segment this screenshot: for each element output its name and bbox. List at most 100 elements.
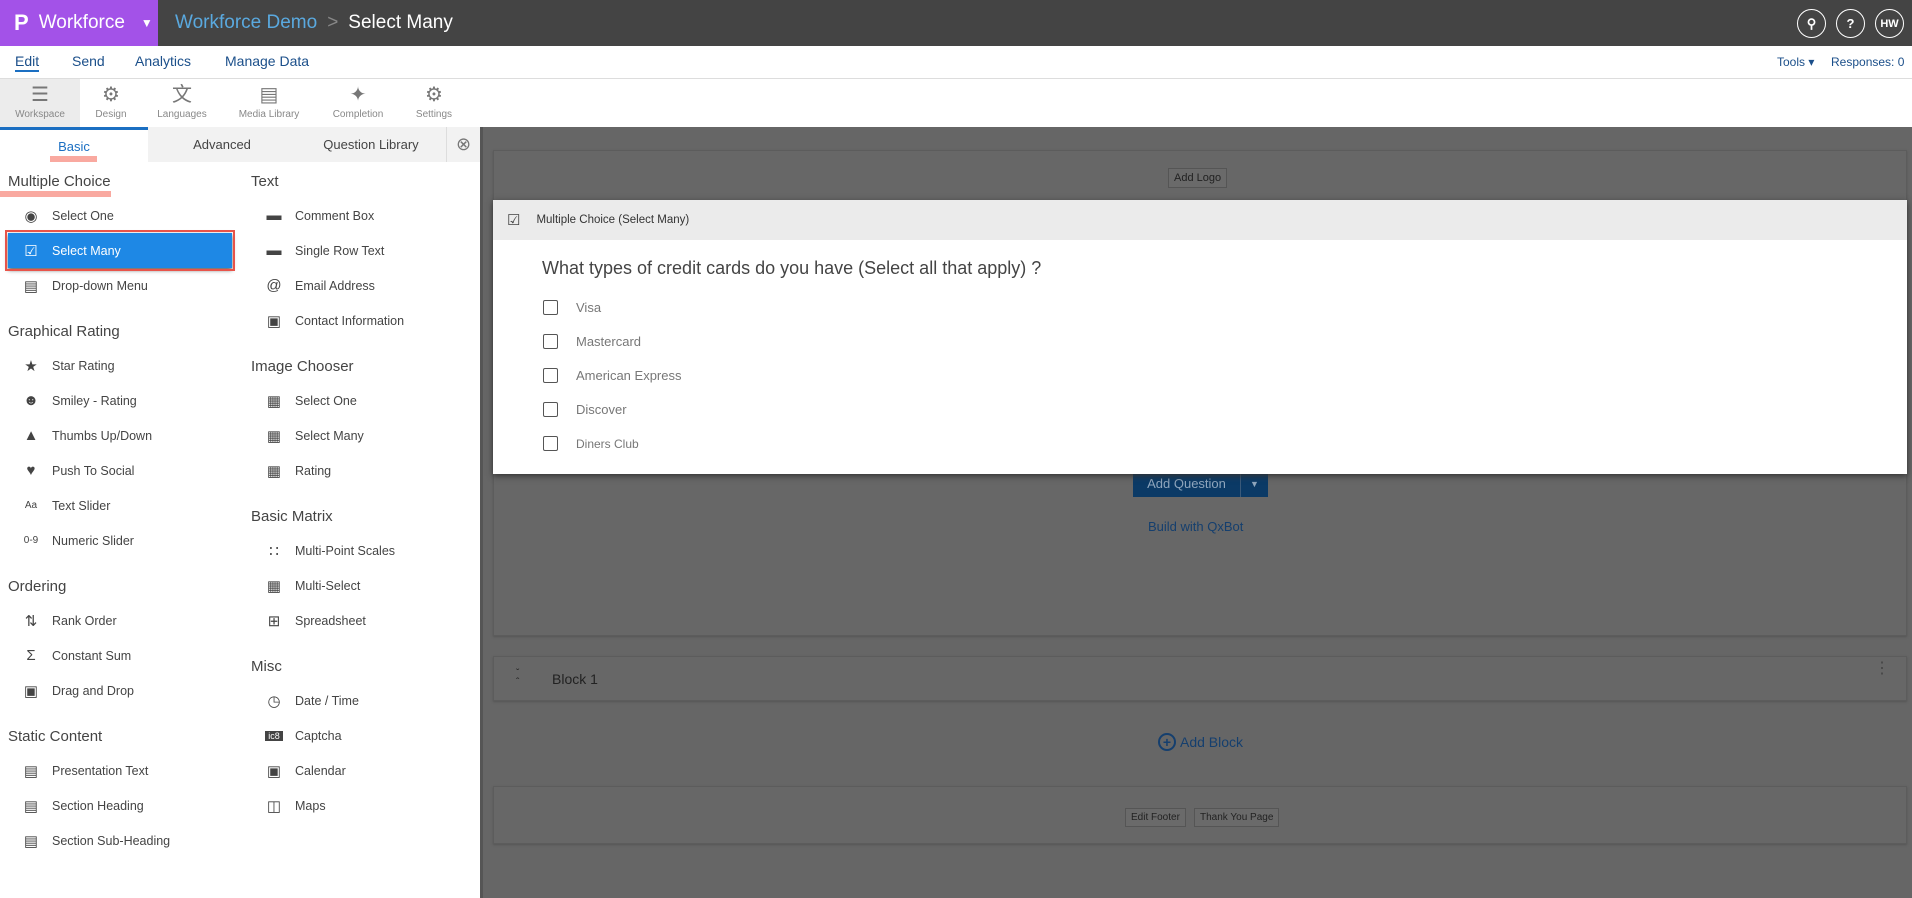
tool-label: Media Library bbox=[238, 109, 300, 120]
item-select-one[interactable]: ◉ Select One bbox=[0, 198, 240, 233]
nav-edit[interactable]: Edit bbox=[15, 53, 40, 72]
thank-you-page-button[interactable]: Thank You Page bbox=[1194, 808, 1280, 827]
add-block-button[interactable]: + Add Block bbox=[1158, 733, 1243, 751]
user-avatar[interactable]: HW bbox=[1875, 9, 1904, 38]
option-label: Discover bbox=[576, 402, 627, 417]
item-label: Multi-Select bbox=[295, 578, 361, 593]
sub-heading-icon: ▤ bbox=[23, 832, 39, 850]
option-label: American Express bbox=[576, 368, 682, 383]
item-label: Constant Sum bbox=[52, 648, 132, 663]
item-label: Spreadsheet bbox=[295, 613, 366, 628]
textbox-icon: ▬ bbox=[266, 242, 282, 259]
option-visa[interactable]: Visa bbox=[543, 300, 601, 315]
item-contact-information[interactable]: ▣ Contact Information bbox=[243, 303, 473, 338]
item-constant-sum[interactable]: Σ Constant Sum bbox=[0, 638, 240, 673]
images-icon: ▦ bbox=[266, 427, 282, 445]
sigma-icon: Σ bbox=[26, 647, 36, 664]
nav-analytics[interactable]: Analytics bbox=[135, 53, 191, 69]
item-label: Drag and Drop bbox=[52, 683, 134, 698]
item-email-address[interactable]: @ Email Address bbox=[243, 268, 473, 303]
tab-question-library[interactable]: Question Library bbox=[296, 127, 446, 162]
image-icon: ▤ bbox=[259, 84, 279, 106]
search-icon[interactable]: ⚲ bbox=[1797, 9, 1826, 38]
tool-completion[interactable]: ✦ Completion bbox=[318, 79, 398, 127]
chevron-down-icon[interactable]: ▼ bbox=[1240, 470, 1268, 497]
tab-advanced[interactable]: Advanced bbox=[148, 127, 296, 162]
add-question-button[interactable]: Add Question ▼ bbox=[1133, 470, 1268, 497]
item-calendar[interactable]: ▣ Calendar bbox=[243, 753, 473, 788]
matrix-icon: ∷ bbox=[269, 542, 279, 560]
item-captcha[interactable]: ic8 Captcha bbox=[243, 718, 473, 753]
item-image-select-many[interactable]: ▦ Select Many bbox=[243, 418, 473, 453]
left-column: Multiple Choice ◉ Select One ☑ Select Many… bbox=[0, 165, 240, 858]
tool-settings[interactable]: ⚙ Settings bbox=[394, 79, 474, 127]
item-image-rating[interactable]: ▦ Rating bbox=[243, 453, 473, 488]
item-label: Section Sub-Heading bbox=[52, 833, 171, 848]
option-american-express[interactable]: American Express bbox=[543, 368, 681, 383]
item-section-heading[interactable]: ▤ Section Heading bbox=[0, 788, 240, 823]
item-label: Section Heading bbox=[52, 798, 144, 813]
item-label: Rating bbox=[295, 463, 332, 478]
item-maps[interactable]: ◫ Maps bbox=[243, 788, 473, 823]
item-numeric-slider[interactable]: 0-9 Numeric Slider bbox=[0, 523, 240, 558]
nav-manage-data[interactable]: Manage Data bbox=[225, 53, 309, 69]
item-label: Select Many bbox=[295, 428, 364, 443]
item-multi-point-scales[interactable]: ∷ Multi-Point Scales bbox=[243, 533, 473, 568]
item-comment-box[interactable]: ▬ Comment Box bbox=[243, 198, 473, 233]
checkbox[interactable] bbox=[543, 436, 558, 451]
item-drag-and-drop[interactable]: ▣ Drag and Drop bbox=[0, 673, 240, 708]
add-logo-button[interactable]: Add Logo bbox=[1168, 168, 1228, 188]
tool-workspace[interactable]: ☰ Workspace bbox=[0, 79, 80, 127]
tool-label: Settings bbox=[415, 109, 453, 120]
build-with-qxbot-link[interactable]: Build with QxBot bbox=[1148, 519, 1243, 534]
item-date-time[interactable]: ◷ Date / Time bbox=[243, 683, 473, 718]
tools-menu[interactable]: Tools ▾ bbox=[1777, 55, 1814, 69]
item-dropdown-menu[interactable]: ▤ Drop-down Menu bbox=[0, 268, 240, 303]
tool-media-library[interactable]: ▤ Media Library bbox=[229, 79, 309, 127]
item-smiley-rating[interactable]: ☻ Smiley - Rating bbox=[0, 383, 240, 418]
item-multi-select[interactable]: ▦ Multi-Select bbox=[243, 568, 473, 603]
tool-languages[interactable]: 文 Languages bbox=[142, 79, 222, 127]
brand-menu[interactable]: P Workforce ▼ bbox=[0, 0, 158, 46]
question-preview-card: ☑ Multiple Choice (Select Many) What typ… bbox=[493, 200, 1907, 474]
edit-footer-button[interactable]: Edit Footer bbox=[1125, 808, 1186, 827]
item-label: Email Address bbox=[295, 278, 375, 293]
plus-circle-icon: + bbox=[1158, 733, 1176, 751]
tool-design[interactable]: ⚙ Design bbox=[71, 79, 151, 127]
option-mastercard[interactable]: Mastercard bbox=[543, 334, 641, 349]
checkbox[interactable] bbox=[543, 334, 558, 349]
at-icon: @ bbox=[266, 277, 282, 294]
block-name[interactable]: Block 1 bbox=[552, 671, 598, 687]
checkbox[interactable] bbox=[543, 368, 558, 383]
item-push-to-social[interactable]: ♥ Push To Social bbox=[0, 453, 240, 488]
checkbox[interactable] bbox=[543, 402, 558, 417]
responses-count[interactable]: Responses: 0 bbox=[1831, 55, 1904, 69]
item-label: Push To Social bbox=[52, 463, 135, 478]
more-options-icon[interactable]: ⋮ bbox=[1874, 661, 1890, 677]
item-image-select-one[interactable]: ▦ Select One bbox=[243, 383, 473, 418]
item-select-many[interactable]: ☑ Select Many bbox=[5, 230, 235, 271]
brand-logo-icon: P bbox=[14, 10, 29, 35]
item-text-slider[interactable]: Aa Text Slider bbox=[0, 488, 240, 523]
question-card-header: ☑ Multiple Choice (Select Many) bbox=[493, 200, 1907, 240]
calendar-clock-icon: ◷ bbox=[267, 692, 281, 710]
checkbox[interactable] bbox=[543, 300, 558, 315]
add-block-label: Add Block bbox=[1180, 734, 1244, 750]
item-spreadsheet[interactable]: ⊞ Spreadsheet bbox=[243, 603, 473, 638]
nav-send[interactable]: Send bbox=[72, 53, 105, 69]
option-discover[interactable]: Discover bbox=[543, 402, 627, 417]
item-thumbs[interactable]: ▲ Thumbs Up/Down bbox=[0, 418, 240, 453]
item-presentation-text[interactable]: ▤ Presentation Text bbox=[0, 753, 240, 788]
category-heading: Image Chooser bbox=[251, 358, 354, 375]
item-label: Contact Information bbox=[295, 313, 405, 328]
item-section-sub-heading[interactable]: ▤ Section Sub-Heading bbox=[0, 823, 240, 858]
rank-icon: ⇅ bbox=[24, 612, 38, 630]
breadcrumb-project[interactable]: Workforce Demo bbox=[175, 12, 317, 34]
item-star-rating[interactable]: ★ Star Rating bbox=[0, 348, 240, 383]
item-rank-order[interactable]: ⇅ Rank Order bbox=[0, 603, 240, 638]
option-diners-club[interactable]: Diners Club bbox=[543, 436, 639, 451]
item-single-row-text[interactable]: ▬ Single Row Text bbox=[243, 233, 473, 268]
collapse-icon[interactable]: ˇˆ bbox=[516, 669, 519, 688]
close-icon[interactable]: ⊗ bbox=[446, 127, 480, 162]
help-icon[interactable]: ? bbox=[1836, 9, 1865, 38]
